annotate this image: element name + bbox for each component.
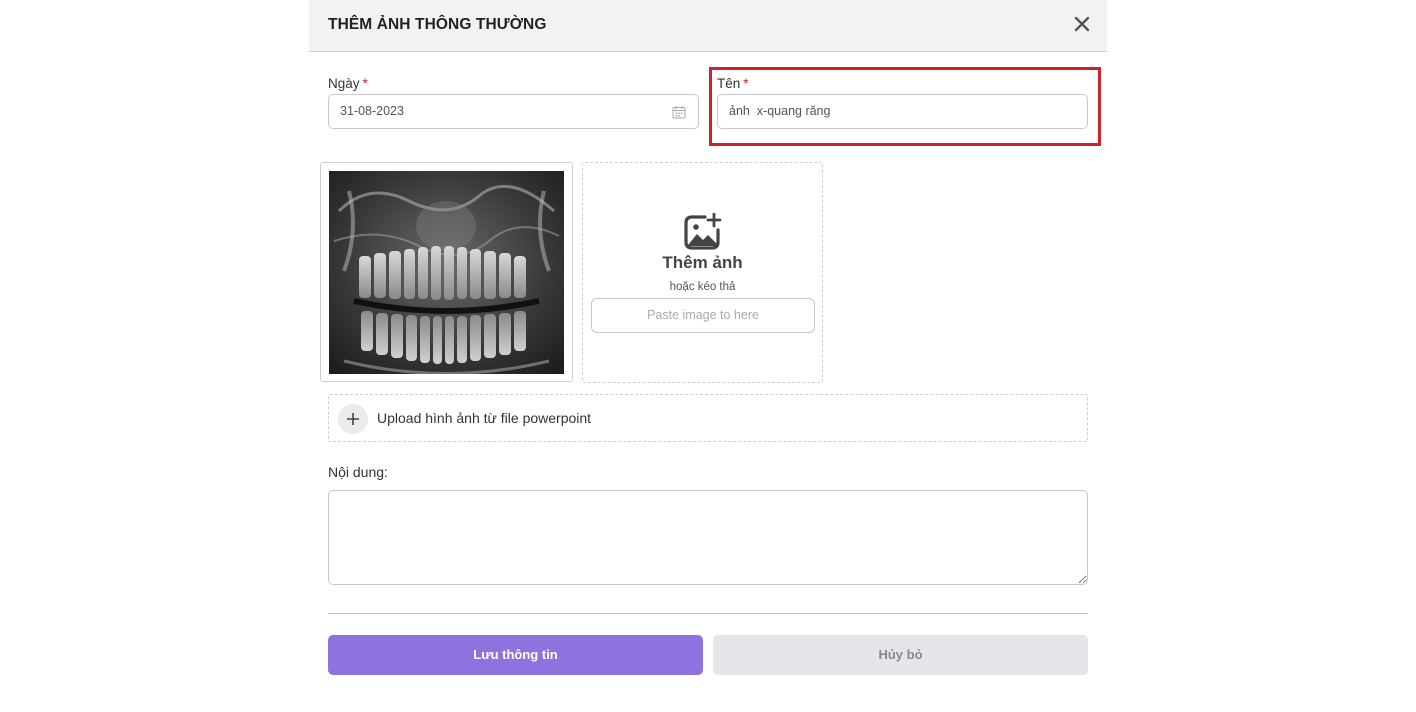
add-image-modal: THÊM ẢNH THÔNG THƯỜNG Ngày * 31-08-2023 T… [309,0,1107,712]
upload-powerpoint-label: Upload hình ảnh từ file powerpoint [377,410,592,426]
modal-title: THÊM ẢNH THÔNG THƯỜNG [328,16,547,33]
name-field-highlight [709,67,1101,146]
save-button[interactable]: Lưu thông tin [328,635,703,675]
cancel-button[interactable]: Hủy bỏ [713,635,1088,675]
xray-image [329,171,564,374]
plus-icon [338,404,368,434]
drag-drop-hint: hoặc kéo thả [669,281,736,293]
close-icon[interactable] [1073,15,1091,33]
modal-header: THÊM ẢNH THÔNG THƯỜNG [309,0,1107,52]
date-value: 31-08-2023 [340,104,404,118]
upload-powerpoint-button[interactable]: Upload hình ảnh từ file powerpoint [328,394,1088,442]
content-textarea[interactable] [328,490,1088,585]
calendar-icon[interactable] [672,105,686,119]
required-mark: * [362,76,368,91]
date-label: Ngày * [328,76,368,91]
paste-image-field[interactable]: Paste image to here [591,298,815,333]
add-image-title: Thêm ảnh [662,253,743,272]
image-thumbnail[interactable] [320,162,573,382]
date-label-text: Ngày [328,76,360,91]
divider [328,613,1088,614]
image-drop-zone[interactable]: Thêm ảnh hoặc kéo thả Paste image to her… [582,162,823,383]
add-image-icon[interactable] [683,213,723,251]
date-input[interactable]: 31-08-2023 [328,94,699,129]
content-label: Nội dung: [328,464,388,480]
